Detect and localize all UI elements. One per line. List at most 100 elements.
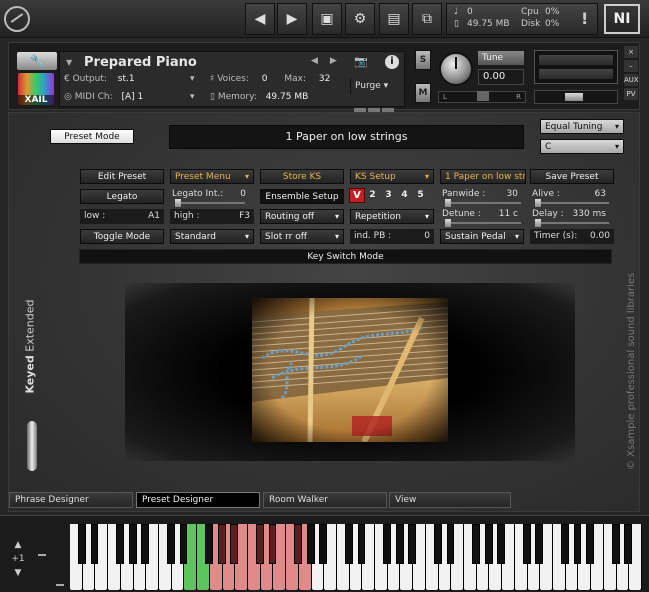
black-key[interactable] <box>217 524 226 564</box>
black-key[interactable] <box>471 524 480 564</box>
black-key[interactable] <box>382 524 391 564</box>
slot-rr-dropdown[interactable]: Slot rr off <box>260 229 344 244</box>
detune-field[interactable]: Detune : 11 c <box>442 207 522 222</box>
output-dropdown-icon[interactable]: ▾ <box>190 74 195 84</box>
legato-int-field[interactable]: Legato Int.: 0 <box>172 187 250 202</box>
key-switch-mode-bar[interactable]: Key Switch Mode <box>79 249 612 264</box>
aux-button[interactable]: AUX <box>624 74 639 86</box>
edit-preset-button[interactable]: Edit Preset <box>80 169 164 184</box>
octave-control[interactable]: ▲ +1 ▼ <box>6 538 30 582</box>
black-key[interactable] <box>116 524 124 564</box>
alive-field[interactable]: Alive : 63 <box>532 187 610 202</box>
black-key[interactable] <box>319 524 328 564</box>
black-key[interactable] <box>344 524 353 564</box>
low-field[interactable]: low : A1 <box>80 209 164 224</box>
black-key[interactable] <box>586 524 595 564</box>
mute-button[interactable]: M <box>415 83 431 103</box>
repetition-dropdown[interactable]: Repetition <box>350 209 434 224</box>
resize-icon[interactable]: ⧉ <box>412 3 442 35</box>
max-value[interactable]: 32 <box>319 74 330 84</box>
black-key[interactable] <box>268 524 277 564</box>
delay-slider[interactable] <box>535 219 609 227</box>
ks-number-5[interactable]: 5 <box>415 189 426 202</box>
black-key[interactable] <box>179 524 188 564</box>
volume-slider[interactable] <box>534 90 618 104</box>
chevron-down-icon[interactable]: ▼ <box>66 58 72 67</box>
black-key[interactable] <box>128 524 137 564</box>
legato-button[interactable]: Legato <box>80 189 164 204</box>
ks-number-4[interactable]: 4 <box>399 189 410 202</box>
alert-icon[interactable]: ! <box>581 9 588 28</box>
black-key[interactable] <box>166 524 175 564</box>
pan-handle[interactable] <box>477 91 489 101</box>
midi-dropdown-icon[interactable]: ▾ <box>190 92 195 102</box>
solo-button[interactable]: S <box>415 50 431 70</box>
black-key[interactable] <box>497 524 506 564</box>
camera-icon[interactable]: 📷 <box>352 55 370 69</box>
piano-keyboard[interactable] <box>70 524 642 590</box>
black-key[interactable] <box>306 524 315 564</box>
store-ks-button[interactable]: Store KS <box>260 169 344 184</box>
ks-slot-button[interactable]: 1 Paper on low stri <box>440 169 526 184</box>
tune-knob[interactable] <box>439 52 473 86</box>
black-key[interactable] <box>433 524 442 564</box>
black-key[interactable] <box>484 524 493 564</box>
black-key[interactable] <box>624 524 633 564</box>
ni-logo[interactable]: NI <box>604 4 640 34</box>
panwide-field[interactable]: Panwide : 30 <box>442 187 522 202</box>
info-icon[interactable]: i <box>385 55 399 69</box>
legato-int-slider[interactable] <box>175 199 245 207</box>
gear-icon[interactable]: ⚙ <box>345 3 375 35</box>
tuning-dropdown[interactable]: Equal Tuning <box>540 119 624 134</box>
tab-view[interactable]: View <box>389 492 511 508</box>
black-key[interactable] <box>573 524 582 564</box>
delay-field[interactable]: Delay : 330 ms <box>532 207 610 222</box>
key-dropdown[interactable]: C <box>540 139 624 154</box>
black-key[interactable] <box>408 524 417 564</box>
octave-up-icon[interactable]: ▲ <box>6 538 30 552</box>
instrument-title[interactable]: Prepared Piano <box>84 55 197 70</box>
preset-mode-button[interactable]: Preset Mode <box>50 129 134 144</box>
black-key[interactable] <box>255 524 264 564</box>
black-key[interactable] <box>90 524 99 564</box>
tune-value[interactable]: 0.00 <box>478 69 524 85</box>
ensemble-setup-button[interactable]: Ensemble Setup <box>260 189 344 204</box>
next-arrow-icon[interactable]: ▶ <box>277 3 307 35</box>
ind-pb-field[interactable]: ind. PB : 0 <box>350 229 434 244</box>
black-key[interactable] <box>611 524 620 564</box>
tab-phrase-designer[interactable]: Phrase Designer <box>9 492 133 508</box>
black-key[interactable] <box>141 524 150 564</box>
tab-room-walker[interactable]: Room Walker <box>263 492 387 508</box>
v-button[interactable]: V <box>349 188 365 203</box>
pitch-bend-dash[interactable] <box>38 554 46 556</box>
high-field[interactable]: high : F3 <box>170 209 254 224</box>
side-handle[interactable] <box>27 421 37 471</box>
black-key[interactable] <box>522 524 531 564</box>
black-key[interactable] <box>357 524 366 564</box>
detune-slider[interactable] <box>445 219 521 227</box>
black-key[interactable] <box>204 524 213 564</box>
prev-arrow-icon[interactable]: ◀ <box>245 3 275 35</box>
octave-down-icon[interactable]: ▼ <box>6 566 30 580</box>
black-key[interactable] <box>560 524 569 564</box>
close-icon[interactable]: × <box>624 46 638 58</box>
sustain-pedal-dropdown[interactable]: Sustain Pedal <box>440 229 524 244</box>
timer-field[interactable]: Timer (s): 0.00 <box>530 229 614 244</box>
mod-wheel-dash[interactable] <box>56 584 64 586</box>
instrument-nav-arrows[interactable]: ◀▶ <box>311 56 349 66</box>
ks-setup-dropdown[interactable]: KS Setup <box>350 169 434 184</box>
wrench-icon[interactable]: 🔧 <box>17 52 57 70</box>
tab-preset-designer[interactable]: Preset Designer <box>136 492 260 508</box>
ks-number-3[interactable]: 3 <box>383 189 394 202</box>
standard-dropdown[interactable]: Standard <box>170 229 254 244</box>
pv-button[interactable]: PV <box>624 88 638 100</box>
black-key[interactable] <box>446 524 455 564</box>
black-key[interactable] <box>395 524 404 564</box>
output-row[interactable]: € Output: st.1 <box>64 74 135 84</box>
view-icon[interactable]: ▤ <box>379 3 409 35</box>
black-key[interactable] <box>293 524 302 564</box>
save-preset-button[interactable]: Save Preset <box>530 169 614 184</box>
black-key[interactable] <box>535 524 544 564</box>
routing-dropdown[interactable]: Routing off <box>260 209 344 224</box>
preset-menu-dropdown[interactable]: Preset Menu <box>170 169 254 184</box>
